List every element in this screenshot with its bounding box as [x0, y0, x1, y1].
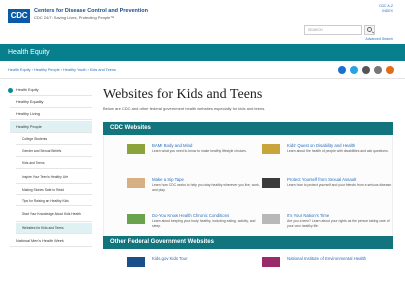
search-icon	[367, 27, 372, 32]
website-entry: National Institute of Environmental Heal…	[262, 255, 394, 279]
sidebar-item-label: Health Equity	[16, 88, 39, 92]
website-thumbnail[interactable]	[262, 257, 280, 267]
top-links: CDC A-Z INDEX	[379, 4, 393, 14]
website-description: Learn about the health of people with di…	[287, 149, 389, 153]
sidebar-item-label: Healthy Living	[16, 112, 40, 116]
sidebar-item[interactable]: Kids and Teens	[16, 158, 92, 169]
index-link[interactable]: INDEX	[379, 9, 393, 14]
tagline: CDC 24/7: Saving Lives, Protecting Peopl…	[34, 15, 115, 20]
cdc-websites-header: CDC Websites	[103, 122, 393, 135]
email-icon[interactable]	[362, 66, 370, 74]
sidebar-item[interactable]: Websites for Kids and Teens	[16, 223, 92, 234]
sidebar-item[interactable]: Healthy Living	[10, 109, 92, 120]
sidebar-item[interactable]: Tips for Raising an Healthy Kids	[16, 196, 92, 206]
sidebar-item[interactable]: Making Stories Safe to Read	[16, 185, 92, 195]
website-description: Learn what you need to know to make heal…	[152, 149, 247, 153]
title-band: Health Equity	[0, 44, 405, 61]
breadcrumb-item[interactable]: Health Equity	[8, 68, 31, 72]
print-icon[interactable]	[374, 66, 382, 74]
website-link[interactable]: Do-You Know Health Chronic Conditions	[152, 213, 229, 218]
breadcrumb: Health Equity › Healthy People › Healthy…	[8, 68, 116, 72]
website-thumbnail[interactable]	[127, 257, 145, 267]
section-label: CDC Websites	[110, 125, 151, 131]
breadcrumb-item[interactable]: Healthy People	[34, 68, 60, 72]
website-thumbnail[interactable]	[262, 214, 280, 224]
breadcrumb-item[interactable]: Healthy Youth	[63, 68, 86, 72]
page-intro: Below are CDC and other federal governme…	[103, 106, 266, 111]
sidebar-item[interactable]: Health Equity	[8, 85, 92, 96]
website-link[interactable]: Kids' Quest on Disability and Health	[287, 143, 355, 148]
website-link[interactable]: Protect Yourself from Sexual Assault	[287, 177, 356, 182]
website-description: Are you a teen? Learn about your rights …	[287, 219, 390, 228]
sidebar-item[interactable]: Inspire Your Teen's Healthy Life	[16, 170, 92, 184]
website-thumbnail[interactable]	[262, 178, 280, 188]
website-entry: It's Your Nation's Time Are you a teen? L…	[262, 212, 394, 236]
sidebar-item-label: Healthy Equality	[16, 100, 44, 104]
breadcrumb-item: Kids and Teens	[89, 68, 116, 72]
website-entry: Protect Yourself from Sexual Assault Lear…	[262, 176, 394, 200]
website-thumbnail[interactable]	[127, 178, 145, 188]
sidebar-item-label: Start Your Knowledge About Kids Health	[22, 212, 81, 216]
website-entry: Kids.gov Kids Tour	[127, 255, 259, 279]
sidebar-item-label: Tips for Raising an Healthy Kids	[22, 199, 69, 203]
sidebar-item[interactable]: College Students	[16, 134, 92, 145]
website-thumbnail[interactable]	[127, 214, 145, 224]
sidebar-item[interactable]: Start Your Knowledge About Kids Health	[16, 207, 92, 222]
website-entry: Kids' Quest on Disability and Health Lear…	[262, 142, 394, 166]
sidebar-item[interactable]: Gender and Sexual Beliefs	[16, 146, 92, 157]
sidebar-item-label: Kids and Teens	[22, 161, 45, 165]
website-link[interactable]: Make a Sip Tape	[152, 177, 184, 182]
home-icon	[8, 88, 13, 93]
website-link[interactable]: National Institute of Environmental Heal…	[287, 256, 366, 261]
agency-name: Centers for Disease Control and Preventi…	[34, 8, 148, 14]
website-description: Learn how CDC works to help you stay hea…	[152, 183, 260, 192]
website-link[interactable]: Kids.gov Kids Tour	[152, 256, 188, 261]
federal-websites-header: Other Federal Government Websites	[103, 236, 393, 249]
cdc-logo[interactable]: CDC	[8, 9, 30, 23]
site-header: CDC Centers for Disease Control and Prev…	[0, 0, 405, 41]
twitter-icon[interactable]	[350, 66, 358, 74]
page: CDC Centers for Disease Control and Prev…	[0, 0, 405, 294]
sidebar-item-label: Gender and Sexual Beliefs	[22, 149, 62, 153]
sidebar-item-label: Making Stories Safe to Read	[22, 188, 64, 192]
page-title: Websites for Kids and Teens	[103, 87, 263, 102]
website-thumbnail[interactable]	[127, 144, 145, 154]
site-section-title[interactable]: Health Equity	[8, 48, 50, 57]
sidebar-item[interactable]: National Men's Health Week	[10, 235, 92, 247]
sidebar-item[interactable]: Healthy Equality	[10, 97, 92, 108]
search-input[interactable]: SEARCH	[304, 25, 362, 35]
website-entry: BAM! Body and Mind Learn what you need to…	[127, 142, 259, 166]
website-description: Learn how to protect yourself and your f…	[287, 183, 392, 187]
website-thumbnail[interactable]	[262, 144, 280, 154]
website-entry: Make a Sip Tape Learn how CDC works to he…	[127, 176, 260, 200]
section-label: Other Federal Government Websites	[110, 239, 214, 245]
sidebar-nav: Health Equity Healthy Equality Healthy Liv…	[8, 85, 92, 290]
breadcrumb-row: Health Equity › Healthy People › Healthy…	[0, 63, 405, 79]
advanced-search-link[interactable]: Advanced Search	[365, 37, 393, 41]
sidebar-item-label: Websites for Kids and Teens	[22, 226, 64, 230]
sidebar-item-label: Inspire Your Teen's Healthy Life	[22, 175, 69, 179]
facebook-icon[interactable]	[338, 66, 346, 74]
sidebar-item[interactable]: Healthy People	[10, 121, 92, 133]
sidebar-item-label: National Men's Health Week	[16, 239, 64, 243]
website-link[interactable]: BAM! Body and Mind	[152, 143, 192, 148]
sidebar-item-label: College Students	[22, 137, 48, 141]
website-entry: Do-You Know Health Chronic Conditions Lea…	[127, 212, 259, 236]
website-link[interactable]: It's Your Nation's Time	[287, 213, 329, 218]
rss-icon[interactable]	[386, 66, 394, 74]
search-button[interactable]	[364, 25, 375, 35]
website-description: Learn about keeping your body healthy, i…	[152, 219, 256, 228]
sidebar-item-label: Healthy People	[16, 125, 42, 129]
